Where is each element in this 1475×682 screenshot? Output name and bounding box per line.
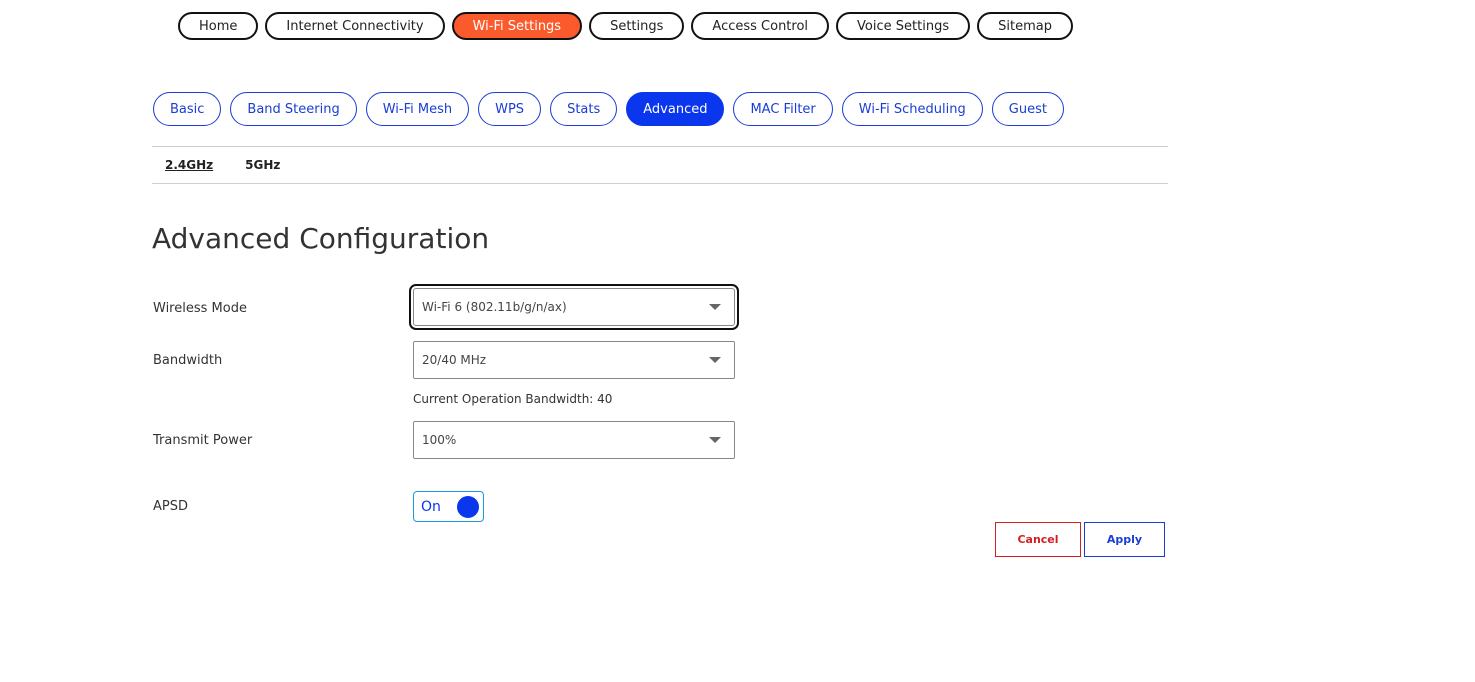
top-nav-wifi-settings[interactable]: Wi-Fi Settings <box>451 12 583 40</box>
apsd-toggle-label: On <box>421 498 441 515</box>
transmit-power-select[interactable]: 100% <box>413 421 735 459</box>
tab-5ghz[interactable]: 5GHz <box>245 158 280 172</box>
chevron-down-icon <box>709 437 721 443</box>
transmit-power-label: Transmit Power <box>153 433 253 448</box>
top-nav-home[interactable]: Home <box>178 12 259 40</box>
top-nav-access-control[interactable]: Access Control <box>691 12 830 40</box>
bandwidth-value: 20/40 MHz <box>422 353 487 367</box>
sub-nav: Basic Band Steering Wi-Fi Mesh WPS Stats… <box>153 92 1064 126</box>
sub-nav-basic[interactable]: Basic <box>153 92 222 126</box>
wireless-mode-value: Wi-Fi 6 (802.11b/g/n/ax) <box>422 300 567 314</box>
top-nav-sitemap[interactable]: Sitemap <box>977 12 1073 40</box>
band-tabs: 2.4GHz 5GHz <box>152 146 1168 184</box>
top-nav-internet-connectivity[interactable]: Internet Connectivity <box>265 12 445 40</box>
apply-button[interactable]: Apply <box>1084 522 1165 557</box>
page: Home Internet Connectivity Wi-Fi Setting… <box>0 0 1475 682</box>
tab-2-4ghz[interactable]: 2.4GHz <box>165 158 213 172</box>
page-title: Advanced Configuration <box>152 222 490 255</box>
top-nav-voice-settings[interactable]: Voice Settings <box>836 12 971 40</box>
sub-nav-wifi-mesh[interactable]: Wi-Fi Mesh <box>365 92 470 126</box>
sub-nav-guest[interactable]: Guest <box>991 92 1064 126</box>
toggle-knob <box>457 496 479 518</box>
top-nav-settings[interactable]: Settings <box>589 12 685 40</box>
wireless-mode-label: Wireless Mode <box>153 301 247 316</box>
sub-nav-wifi-scheduling[interactable]: Wi-Fi Scheduling <box>841 92 983 126</box>
transmit-power-value: 100% <box>422 433 457 447</box>
sub-nav-stats[interactable]: Stats <box>550 92 618 126</box>
chevron-down-icon <box>709 304 721 310</box>
top-nav: Home Internet Connectivity Wi-Fi Setting… <box>178 12 1073 40</box>
sub-nav-advanced[interactable]: Advanced <box>626 92 725 126</box>
sub-nav-mac-filter[interactable]: MAC Filter <box>733 92 833 126</box>
apsd-label: APSD <box>153 499 188 514</box>
sub-nav-wps[interactable]: WPS <box>478 92 542 126</box>
current-bandwidth-info: Current Operation Bandwidth: 40 <box>413 392 613 406</box>
apsd-toggle[interactable]: On <box>413 491 484 522</box>
bandwidth-label: Bandwidth <box>153 353 223 368</box>
chevron-down-icon <box>709 357 721 363</box>
sub-nav-band-steering[interactable]: Band Steering <box>230 92 357 126</box>
bandwidth-select[interactable]: 20/40 MHz <box>413 341 735 379</box>
cancel-button[interactable]: Cancel <box>995 522 1081 557</box>
wireless-mode-select[interactable]: Wi-Fi 6 (802.11b/g/n/ax) <box>409 284 739 330</box>
